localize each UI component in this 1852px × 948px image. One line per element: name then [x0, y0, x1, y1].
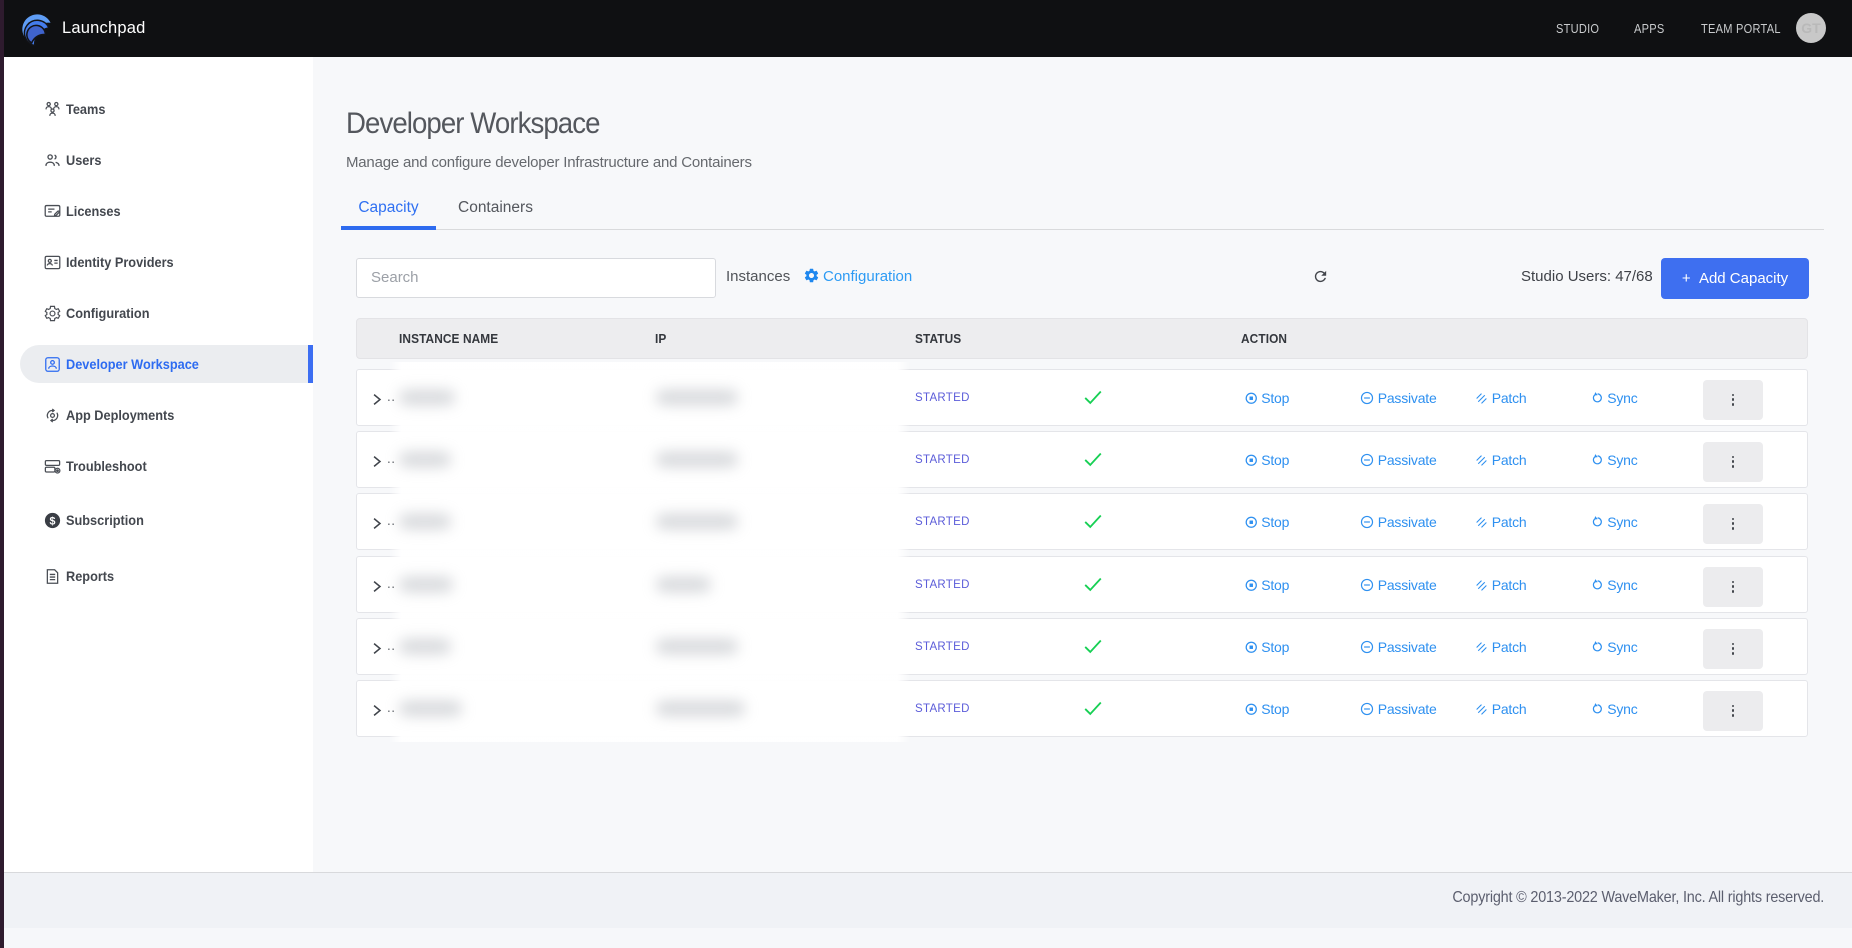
svg-text:$: $	[50, 515, 56, 527]
